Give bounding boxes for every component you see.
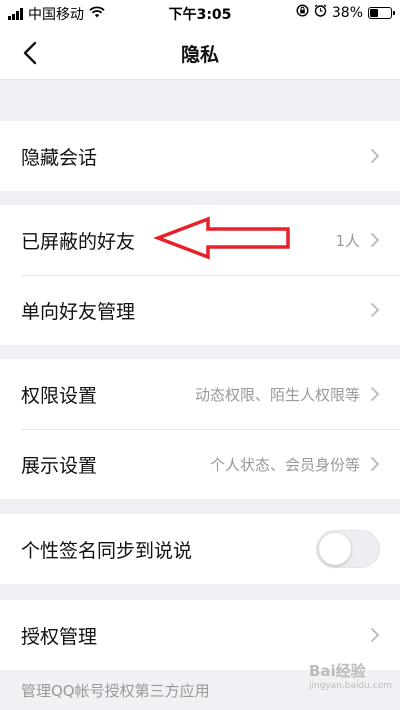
settings-group-signature: 个性签名同步到说说 (0, 514, 400, 584)
signature-sync-toggle[interactable] (316, 530, 380, 568)
chevron-right-icon (370, 232, 380, 248)
display-settings-summary: 个人状态、会员身份等 (209, 455, 360, 474)
hidden-chats-row[interactable]: 隐藏会话 (0, 121, 400, 191)
settings-group-hidden: 隐藏会话 (0, 121, 400, 191)
battery-percent: 38% (331, 4, 363, 21)
watermark-logo: Bai经验 jingyan.baidu.com (309, 660, 392, 691)
display-settings-label: 展示设置 (21, 454, 98, 477)
toggle-knob (319, 533, 351, 565)
blocked-friends-label: 已屏蔽的好友 (21, 230, 136, 253)
authorization-label: 授权管理 (21, 625, 98, 648)
signature-sync-row: 个性签名同步到说说 (0, 514, 400, 584)
permissions-summary: 动态权限、陌生人权限等 (194, 385, 360, 404)
signature-sync-label: 个性签名同步到说说 (21, 539, 193, 562)
page-title: 隐私 (180, 44, 219, 66)
authorization-footnote: 管理QQ帐号授权第三方应用 (21, 682, 210, 700)
chevron-right-icon (370, 302, 380, 318)
one-way-friends-label: 单向好友管理 (21, 300, 136, 323)
permissions-label: 权限设置 (21, 384, 98, 407)
alarm-icon (314, 4, 327, 21)
blocked-friends-count: 1人 (335, 231, 360, 250)
watermark-sub: jingyan.baidu.com (308, 681, 392, 691)
battery-icon (368, 6, 395, 19)
settings-group-permissions: 权限设置 动态权限、陌生人权限等 展示设置 个人状态、会员身份等 (0, 359, 400, 499)
orientation-lock-icon (296, 4, 309, 21)
blocked-friends-row[interactable]: 已屏蔽的好友 1人 (0, 205, 400, 275)
one-way-friends-row[interactable]: 单向好友管理 (0, 275, 400, 345)
status-bar: 中国移动 下午3:05 38% (0, 0, 400, 26)
chevron-right-icon (370, 148, 380, 164)
permissions-row[interactable]: 权限设置 动态权限、陌生人权限等 (0, 359, 400, 429)
watermark-main: Bai经验 (308, 662, 366, 680)
hidden-chats-label: 隐藏会话 (21, 146, 98, 169)
chevron-right-icon (370, 627, 380, 643)
chevron-right-icon (370, 386, 380, 402)
chevron-right-icon (370, 456, 380, 472)
navigation-bar: 隐私 (0, 26, 400, 80)
settings-group-friends: 已屏蔽的好友 1人 单向好友管理 (0, 205, 400, 345)
display-settings-row[interactable]: 展示设置 个人状态、会员身份等 (0, 429, 400, 499)
